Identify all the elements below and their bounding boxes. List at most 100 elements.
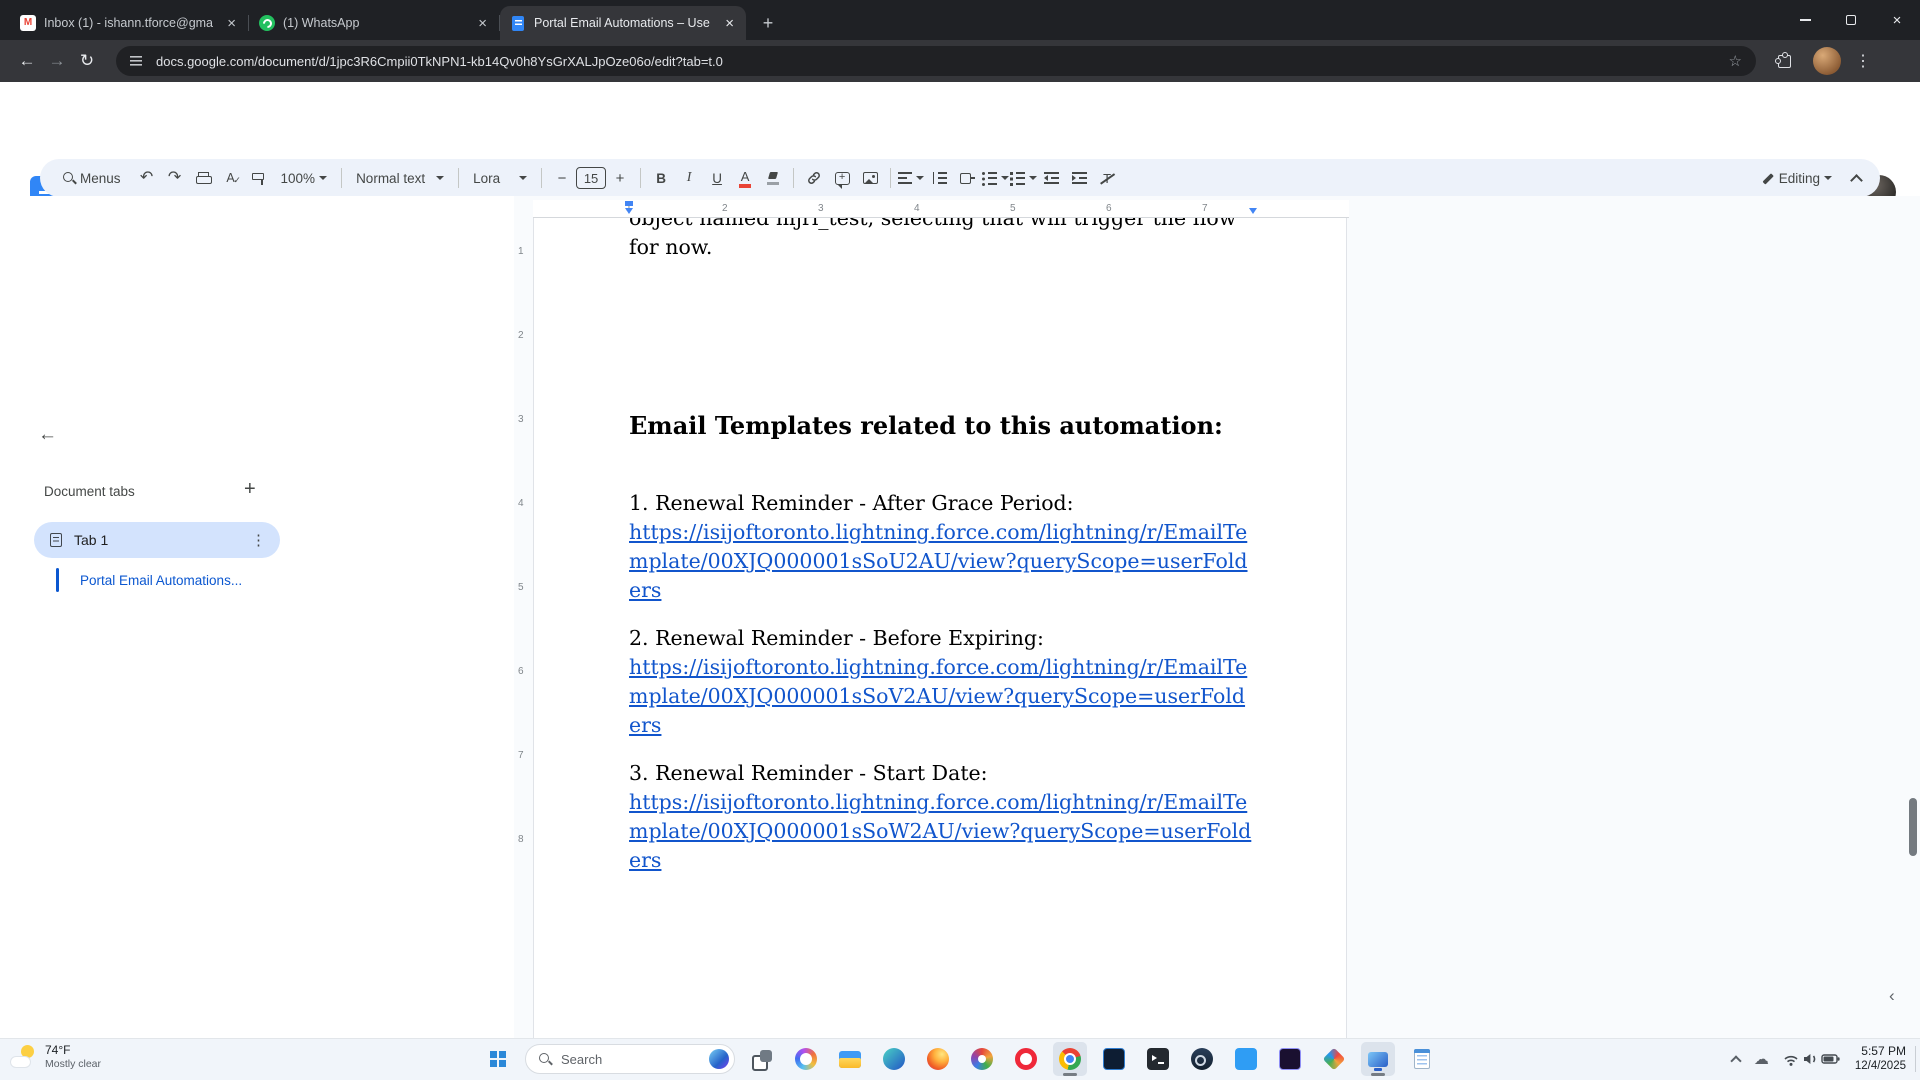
photoshop-button[interactable]	[1097, 1042, 1131, 1076]
vscode-button[interactable]	[1229, 1042, 1263, 1076]
url-bar[interactable]: docs.google.com/document/d/1jpc3R6Cmpii0…	[116, 46, 1756, 76]
chevron-down-icon	[1001, 176, 1009, 180]
chevron-down-icon	[319, 176, 327, 180]
increase-indent-button[interactable]	[1065, 164, 1093, 192]
chevron-up-icon	[1850, 174, 1863, 187]
document-page[interactable]: object named hijri_test, selecting that …	[533, 218, 1347, 1038]
onedrive-icon[interactable]: ☁	[1754, 1050, 1769, 1068]
menus-button[interactable]: Menus	[50, 164, 133, 192]
decrease-indent-button[interactable]	[1037, 164, 1065, 192]
highlighter-icon	[767, 172, 780, 185]
browser-menu-icon[interactable]: ⋮	[1855, 51, 1871, 71]
forward-icon[interactable]: →	[42, 51, 72, 71]
outdent-icon	[1044, 172, 1059, 184]
notepad-button[interactable]	[1405, 1042, 1439, 1076]
site-settings-icon[interactable]	[130, 56, 142, 66]
premiere-button[interactable]	[1273, 1042, 1307, 1076]
underline-button[interactable]: U	[703, 164, 731, 192]
collapse-panel-chevron-icon[interactable]: ‹	[1889, 986, 1895, 1006]
left-indent-marker[interactable]	[625, 208, 633, 214]
font-size-input[interactable]: 15	[576, 167, 606, 189]
diamond-app-button[interactable]	[1317, 1042, 1351, 1076]
back-icon[interactable]: ←	[12, 51, 42, 71]
redo-button[interactable]: ↷	[161, 164, 189, 192]
toolbar-divider	[890, 168, 891, 188]
doc-tab-item-selected[interactable]: Tab 1 ⋮	[34, 522, 280, 558]
taskbar-search[interactable]: Search	[525, 1044, 735, 1074]
tab-options-icon[interactable]: ⋮	[251, 531, 266, 549]
file-explorer-button[interactable]	[833, 1042, 867, 1076]
template-item: 3. Renewal Reminder - Start Date: https:…	[629, 759, 1253, 875]
decrease-font-size-button[interactable]: −	[548, 164, 576, 192]
vertical-scrollbar[interactable]	[1908, 196, 1918, 1038]
zoom-select[interactable]: 100%	[273, 164, 336, 192]
url-text[interactable]: docs.google.com/document/d/1jpc3R6Cmpii0…	[156, 54, 1729, 69]
docs-toolbar: Menus ↶ ↷ A✓ 100% Normal text Lora − 15 …	[40, 159, 1880, 197]
browser-tab-docs-active[interactable]: Portal Email Automations – Use ×	[500, 6, 746, 40]
chrome-button-active[interactable]	[1053, 1042, 1087, 1076]
template-link[interactable]: https://isijoftoronto.lightning.force.co…	[629, 653, 1253, 740]
bold-button[interactable]: B	[647, 164, 675, 192]
close-panel-back-icon[interactable]: ←	[38, 424, 57, 446]
chevron-down-icon	[916, 176, 924, 180]
align-button[interactable]	[897, 164, 925, 192]
opera-button[interactable]	[1009, 1042, 1043, 1076]
window-close-button[interactable]: ×	[1874, 0, 1920, 40]
editing-mode-button[interactable]: Editing	[1752, 164, 1842, 192]
window-minimize-button[interactable]	[1782, 0, 1828, 40]
checklist-button[interactable]	[953, 164, 981, 192]
editor-area: object named hijri_test, selecting that …	[514, 196, 1920, 1038]
tab-close-icon[interactable]: ×	[723, 15, 736, 32]
bulleted-list-button[interactable]	[981, 164, 1009, 192]
insert-comment-button[interactable]	[828, 164, 856, 192]
first-line-indent-marker[interactable]	[625, 201, 633, 206]
insert-link-button[interactable]	[800, 164, 828, 192]
edge-button[interactable]	[877, 1042, 911, 1076]
start-button[interactable]	[481, 1042, 515, 1076]
window-maximize-button[interactable]	[1828, 0, 1874, 40]
network-volume-battery-icons[interactable]	[1783, 1051, 1841, 1067]
template-link[interactable]: https://isijoftoronto.lightning.force.co…	[629, 518, 1253, 605]
tab-close-icon[interactable]: ×	[225, 15, 238, 32]
terminal-button[interactable]	[1141, 1042, 1175, 1076]
font-family-select[interactable]: Lora	[465, 164, 535, 192]
template-link[interactable]: https://isijoftoronto.lightning.force.co…	[629, 788, 1253, 875]
undo-button[interactable]: ↶	[133, 164, 161, 192]
browser-tab-gmail[interactable]: M Inbox (1) - ishann.tforce@gma ×	[10, 6, 248, 40]
add-tab-button[interactable]: +	[244, 478, 256, 501]
paragraph-style-select[interactable]: Normal text	[348, 164, 452, 192]
spellcheck-button[interactable]: A✓	[217, 164, 245, 192]
photos-button[interactable]	[965, 1042, 999, 1076]
browser-profile-avatar[interactable]	[1813, 47, 1841, 75]
hidden-icons-chevron-icon[interactable]	[1730, 1055, 1741, 1066]
italic-button[interactable]: I	[675, 164, 703, 192]
firefox-button[interactable]	[921, 1042, 955, 1076]
paint-format-button[interactable]	[245, 164, 273, 192]
increase-font-size-button[interactable]: +	[606, 164, 634, 192]
numbered-list-button[interactable]	[1009, 164, 1037, 192]
text-color-button[interactable]: A	[731, 164, 759, 192]
browser-tab-whatsapp[interactable]: (1) WhatsApp ×	[249, 6, 499, 40]
extensions-icon[interactable]	[1778, 55, 1791, 68]
whatsapp-icon	[259, 15, 275, 31]
insert-image-button[interactable]	[856, 164, 884, 192]
highlight-color-button[interactable]	[759, 164, 787, 192]
tab-close-icon[interactable]: ×	[476, 15, 489, 32]
right-indent-marker[interactable]	[1249, 208, 1257, 214]
clear-formatting-button[interactable]: T	[1093, 164, 1121, 192]
copilot-button[interactable]	[789, 1042, 823, 1076]
scrollbar-thumb[interactable]	[1909, 798, 1917, 856]
new-tab-button[interactable]: +	[754, 9, 782, 37]
reload-icon[interactable]: ↻	[72, 51, 102, 71]
hide-menus-button[interactable]	[1842, 164, 1870, 192]
task-view-button[interactable]	[745, 1042, 779, 1076]
bookmark-star-icon[interactable]: ☆	[1729, 52, 1742, 70]
outline-heading-item[interactable]: Portal Email Automations...	[80, 573, 242, 588]
display-app-button-active[interactable]	[1361, 1042, 1395, 1076]
steam-button[interactable]	[1185, 1042, 1219, 1076]
taskbar-clock[interactable]: 5:57 PM 12/4/2025	[1855, 1044, 1906, 1074]
vruler-number: 3	[518, 414, 524, 425]
print-button[interactable]	[189, 164, 217, 192]
line-spacing-button[interactable]	[925, 164, 953, 192]
show-desktop-divider[interactable]	[1915, 1046, 1916, 1072]
